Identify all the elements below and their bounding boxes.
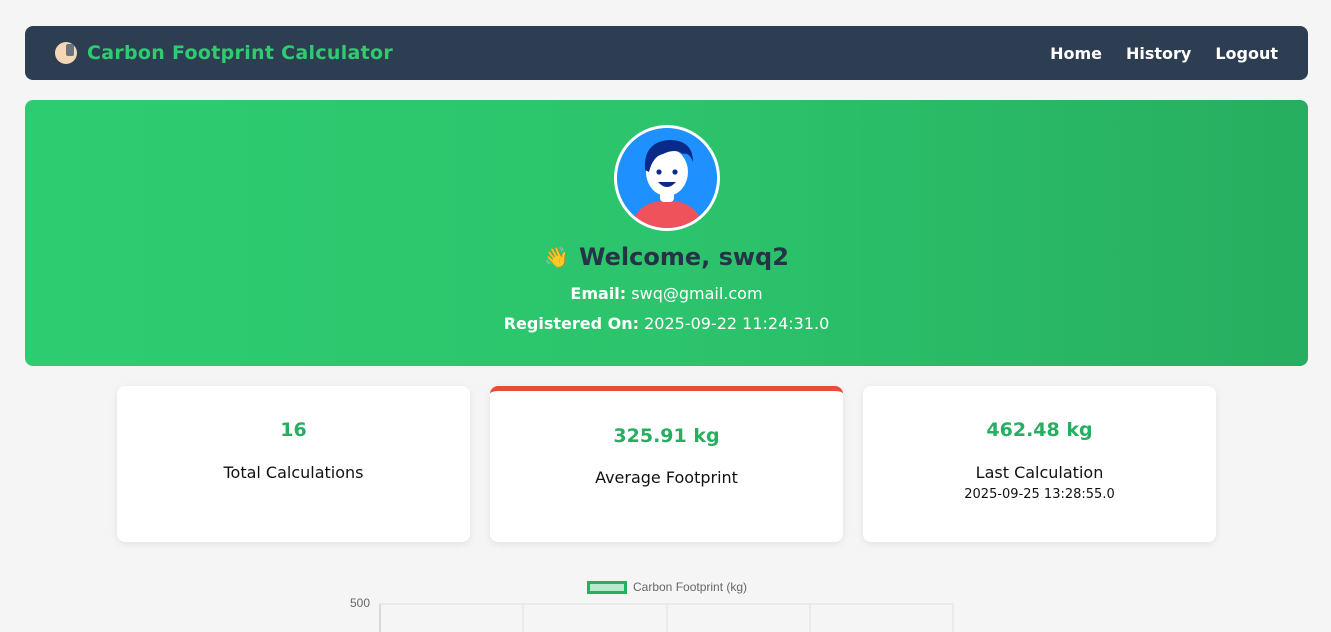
stat-value: 462.48 kg [986,419,1093,441]
registered-label: Registered On: [503,314,639,333]
stat-value: 325.91 kg [613,425,720,447]
stat-label: Average Footprint [595,468,738,487]
chart-svg: 500 [350,596,954,632]
stat-label: Last Calculation [975,463,1104,482]
registered-line: Registered On: 2025-09-22 11:24:31.0 [25,314,1308,333]
profile-banner: 👋 Welcome, swq2 Email: swq@gmail.com Reg… [25,100,1308,366]
stat-card-last: 462.48 kg Last Calculation 2025-09-25 13… [863,386,1216,542]
brand[interactable]: Carbon Footprint Calculator [55,42,393,64]
nav-logout-link[interactable]: Logout [1215,44,1278,63]
navbar: Carbon Footprint Calculator Home History… [25,26,1308,80]
stat-card-total: 16 Total Calculations [117,386,470,542]
email-label: Email: [570,284,627,303]
registered-value: 2025-09-22 11:24:31.0 [644,314,830,333]
waving-hand-icon: 👋 [544,245,569,269]
avatar [614,125,720,231]
stat-card-average: 325.91 kg Average Footprint [490,386,843,542]
user-avatar-icon [617,128,717,228]
nav-history-link[interactable]: History [1126,44,1191,63]
email-line: Email: swq@gmail.com [25,284,1308,303]
y-tick-label: 500 [350,596,370,610]
nav-home-link[interactable]: Home [1050,44,1102,63]
nav-links: Home History Logout [1050,44,1278,63]
stat-label: Total Calculations [223,463,364,482]
calculator-hand-icon [55,42,77,64]
stat-sub: 2025-09-25 13:28:55.0 [964,487,1115,502]
footprint-chart: Carbon Footprint (kg) 500 [330,572,970,632]
email-value: swq@gmail.com [631,284,763,303]
welcome-text: Welcome, swq2 [578,243,789,271]
welcome-heading: 👋 Welcome, swq2 [25,243,1308,271]
brand-title: Carbon Footprint Calculator [87,42,394,64]
stat-value: 16 [280,419,307,441]
